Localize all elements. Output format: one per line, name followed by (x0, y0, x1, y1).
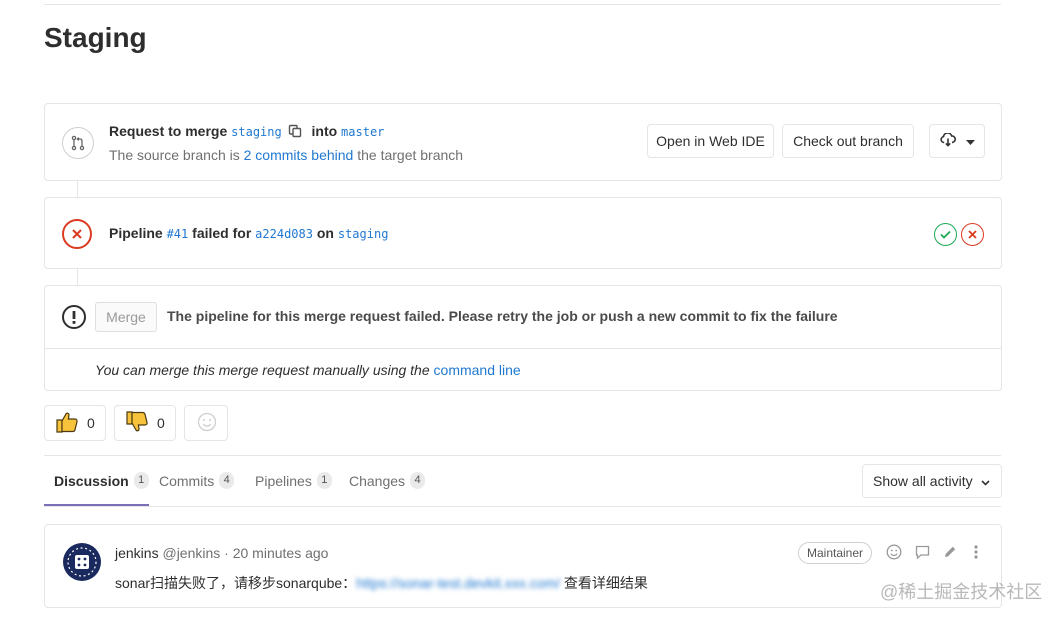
activity-filter-dropdown[interactable]: Show all activity (862, 464, 1002, 498)
on-label: on (316, 225, 334, 241)
status-prefix: The source branch is (109, 147, 240, 163)
thumbs-up-icon (55, 410, 79, 437)
manual-merge-prefix: You can merge this merge request manuall… (95, 362, 430, 378)
merge-button[interactable]: Merge (95, 302, 157, 332)
merge-box-divider (45, 348, 1001, 349)
branch-status: The source branch is 2 commits behind th… (109, 147, 463, 163)
pipeline-status: failed for (192, 225, 252, 241)
copy-branch-icon[interactable] (288, 124, 302, 141)
pipeline-failed-icon[interactable] (62, 219, 92, 249)
thumbs-up-button[interactable]: 0 (44, 405, 106, 441)
timeline-connector (77, 181, 78, 197)
merge-request-widget: Request to merge staging into master The… (44, 103, 1002, 181)
top-divider (44, 4, 1001, 5)
pipeline-widget: Pipeline #41 failed for a224d083 on stag… (44, 197, 1002, 269)
chevron-down-icon (981, 473, 990, 489)
stage-failed-icon[interactable] (961, 223, 984, 246)
tab-pipelines-count: 1 (316, 472, 332, 489)
thumbs-down-icon (125, 410, 149, 437)
tab-commits-count: 4 (219, 472, 235, 489)
note-body-prefix: sonar扫描失败了，请移步sonarqube： (115, 575, 357, 591)
tab-discussion-label: Discussion (54, 472, 129, 489)
source-branch[interactable]: staging (231, 125, 282, 139)
note-timestamp[interactable]: · 20 minutes ago (224, 545, 328, 561)
pipeline-status-text: Pipeline #41 failed for a224d083 on stag… (109, 225, 388, 241)
check-out-branch-button[interactable]: Check out branch (782, 124, 914, 158)
merge-request-icon (62, 127, 94, 159)
thumbs-down-count: 0 (157, 415, 165, 431)
role-badge: Maintainer (798, 542, 873, 564)
thumbs-down-button[interactable]: 0 (114, 405, 176, 441)
smiley-icon (197, 412, 217, 435)
page-title: Staging (44, 22, 147, 53)
edit-icon[interactable] (941, 543, 959, 561)
status-suffix: the target branch (357, 147, 464, 163)
chevron-down-icon (965, 133, 975, 149)
tab-pipelines[interactable]: Pipelines 1 (255, 472, 332, 489)
merge-request-summary: Request to merge staging into master (109, 123, 384, 141)
request-prefix: Request to merge (109, 123, 228, 139)
add-reaction-icon[interactable] (885, 543, 903, 561)
sonarqube-link[interactable]: https://sonar-test.devkit.xxx.com/ (356, 575, 560, 591)
open-web-ide-button[interactable]: Open in Web IDE (647, 124, 774, 158)
note-author: jenkins @jenkins · 20 minutes ago (115, 545, 328, 561)
pipeline-prefix: Pipeline (109, 225, 163, 241)
thumbs-up-count: 0 (87, 415, 95, 431)
watermark: @稀土掘金技术社区 (880, 582, 1043, 602)
pipeline-branch-link[interactable]: staging (338, 227, 389, 241)
tab-discussion-count: 1 (133, 472, 149, 489)
tab-pipelines-label: Pipelines (255, 472, 312, 489)
tab-commits-label: Commits (159, 472, 215, 489)
avatar[interactable] (62, 542, 102, 582)
tabs-top-divider (44, 455, 1001, 456)
reply-icon[interactable] (913, 543, 931, 561)
pipeline-id-link[interactable]: #41 (167, 227, 189, 241)
note-body: sonar扫描失败了，请移步sonarqube：https://sonar-te… (115, 573, 648, 593)
manual-merge-message: You can merge this merge request manuall… (95, 362, 521, 378)
download-dropdown-button[interactable] (929, 124, 985, 158)
commit-sha-link[interactable]: a224d083 (255, 227, 313, 241)
stage-success-icon[interactable] (934, 223, 957, 246)
into-label: into (311, 123, 338, 139)
timeline-connector (77, 269, 78, 285)
add-reaction-button[interactable] (184, 405, 228, 441)
author-name[interactable]: jenkins (115, 545, 159, 561)
command-line-link[interactable]: command line (434, 362, 521, 378)
cloud-download-icon (939, 131, 956, 150)
pipeline-failed-message: The pipeline for this merge request fail… (167, 308, 838, 324)
tab-changes-label: Changes (349, 472, 406, 489)
tab-changes-count: 4 (410, 472, 426, 489)
warning-icon (62, 305, 86, 329)
discussion-note: jenkins @jenkins · 20 minutes ago sonar扫… (44, 524, 1002, 608)
target-branch[interactable]: master (341, 125, 384, 139)
author-handle[interactable]: @jenkins (162, 545, 220, 561)
commits-behind-link[interactable]: 2 commits behind (244, 147, 354, 163)
merge-box: Merge The pipeline for this merge reques… (44, 285, 1002, 391)
tab-discussion[interactable]: Discussion 1 (54, 472, 149, 489)
tab-changes[interactable]: Changes 4 (349, 472, 426, 489)
more-actions-icon[interactable] (967, 543, 985, 561)
note-body-suffix: 查看详细结果 (560, 575, 648, 591)
activity-filter-label: Show all activity (873, 473, 973, 489)
tabs-bottom-divider (44, 506, 1001, 507)
tab-commits[interactable]: Commits 4 (159, 472, 235, 489)
